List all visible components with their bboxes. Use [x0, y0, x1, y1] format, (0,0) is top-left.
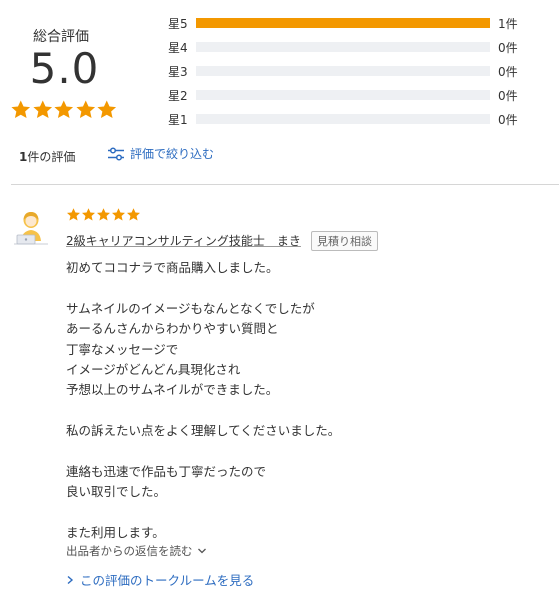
read-seller-reply-label: 出品者からの返信を読む	[66, 544, 193, 558]
review-text-line: 丁寧なメッセージで	[66, 341, 179, 357]
rating-breakdown-count: 0件	[498, 88, 518, 103]
chevron-right-icon	[67, 575, 74, 584]
reviewer-avatar-illustration	[14, 212, 48, 245]
star-icon	[96, 207, 111, 222]
overall-rating-score: 5.0	[29, 44, 100, 93]
rating-breakdown-bar	[196, 114, 490, 124]
review-count-suffix: 件の評価	[27, 150, 76, 164]
star-icon	[81, 207, 96, 222]
rating-breakdown-label: 星4	[168, 40, 188, 55]
overall-rating-label: 総合評価	[33, 29, 89, 45]
rating-breakdown-label: 星2	[168, 88, 188, 103]
review-stars	[66, 207, 141, 222]
star-icon	[96, 99, 118, 120]
rating-breakdown-row: 星3 0件	[168, 62, 528, 80]
divider	[11, 184, 559, 185]
star-icon	[66, 207, 81, 222]
review-text-line: 連絡も迅速で作品も丁寧だったので	[66, 464, 267, 479]
filter-by-rating-button[interactable]: 評価で絞り込む	[107, 145, 214, 162]
rating-breakdown-row: 星2 0件	[168, 86, 528, 104]
overall-rating-stars	[10, 99, 118, 120]
filter-by-rating-label: 評価で絞り込む	[130, 147, 215, 161]
rating-breakdown-row: 星5 1件	[168, 14, 528, 32]
review-text-line: また利用します。	[64, 522, 171, 543]
read-seller-reply-toggle[interactable]: 出品者からの返信を読む	[66, 543, 207, 559]
star-icon	[75, 99, 97, 120]
rating-breakdown-bar	[196, 90, 490, 100]
rating-breakdown-count: 0件	[498, 112, 518, 127]
rating-breakdown-bar	[196, 42, 490, 52]
chevron-down-icon	[197, 548, 206, 554]
rating-breakdown-count: 0件	[498, 40, 518, 55]
view-talkroom-label: この評価のトークルームを見る	[80, 573, 255, 588]
star-icon	[32, 99, 54, 120]
review-text-line: 私の訴えたい点をよく理解してくださいました。	[66, 423, 341, 439]
star-icon	[126, 207, 141, 222]
rating-breakdown-count: 0件	[498, 64, 518, 79]
rating-breakdown-bar	[196, 18, 490, 28]
sliders-icon	[108, 146, 124, 161]
review-text-line: 良い取引でした。	[66, 484, 167, 500]
star-icon	[53, 99, 75, 120]
rating-breakdown-label: 星5	[168, 16, 188, 31]
reviewer-avatar[interactable]	[11, 207, 51, 247]
view-talkroom-link[interactable]: この評価のトークルームを見る	[66, 570, 254, 589]
rating-breakdown-row: 星1 0件	[168, 110, 528, 128]
review-text-line: イメージがどんどん具現化され	[63, 359, 247, 379]
review-text-line: あーるんさんからわかりやすい質問と	[66, 321, 279, 337]
service-type-badge: 見積り相談	[311, 231, 378, 251]
rating-breakdown-bar	[196, 66, 490, 76]
rating-breakdown-label: 星1	[168, 112, 188, 127]
rating-breakdown-label: 星3	[168, 64, 188, 79]
rating-breakdown-row: 星4 0件	[168, 38, 528, 56]
star-icon	[10, 99, 32, 120]
review-text-line: 予想以上のサムネイルができました。	[63, 379, 285, 400]
rating-breakdown-bar-fill	[196, 18, 490, 28]
rating-breakdown-count: 1件	[498, 16, 518, 31]
star-icon	[111, 207, 126, 222]
review-text-line: サムネイルのイメージもなんとなくでしたが	[66, 300, 315, 316]
reviewer-name-link[interactable]: 2級キャリアコンサルティング技能士 まき	[66, 232, 301, 249]
review-text-line: 初めてココナラで商品購入しました。	[66, 260, 279, 275]
review-count: 1件の評価	[19, 148, 75, 165]
